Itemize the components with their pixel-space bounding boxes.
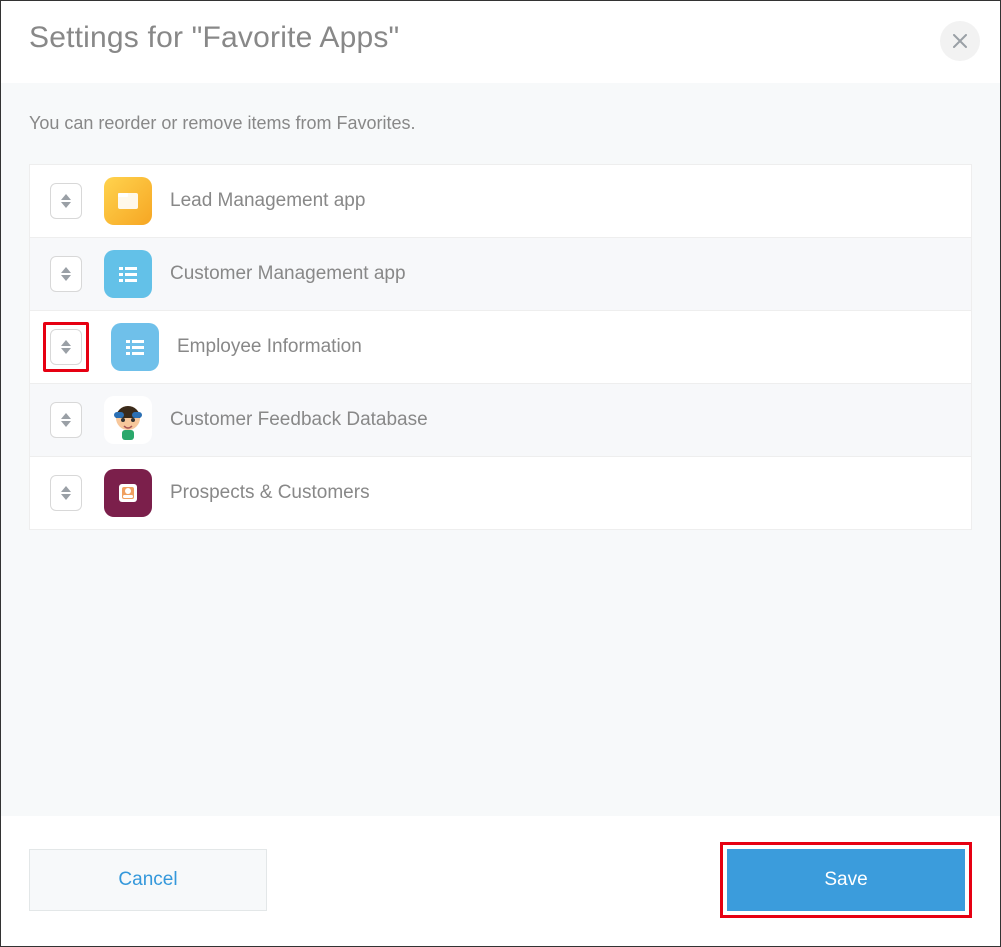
- avatar-icon: [104, 396, 152, 444]
- dialog-header: Settings for "Favorite Apps": [1, 1, 1000, 83]
- arrow-up-icon: [61, 267, 71, 273]
- close-icon: [953, 34, 967, 48]
- list-item[interactable]: Customer Management app: [30, 238, 971, 311]
- list-item[interactable]: Employee Information: [30, 311, 971, 384]
- drag-handle[interactable]: [50, 402, 82, 438]
- arrow-down-icon: [61, 348, 71, 354]
- item-label: Customer Feedback Database: [170, 409, 428, 431]
- list-icon: [111, 323, 159, 371]
- drag-handle[interactable]: [50, 256, 82, 292]
- list-item[interactable]: Prospects & Customers: [30, 457, 971, 530]
- cancel-button[interactable]: Cancel: [29, 849, 267, 911]
- save-button[interactable]: Save: [727, 849, 965, 911]
- hint-text: You can reorder or remove items from Fav…: [29, 113, 972, 134]
- arrow-up-icon: [61, 486, 71, 492]
- highlight-box: Save: [720, 842, 972, 918]
- item-label: Employee Information: [177, 336, 362, 358]
- dialog-title: Settings for "Favorite Apps": [29, 21, 972, 55]
- drag-handle[interactable]: [50, 475, 82, 511]
- item-label: Prospects & Customers: [170, 482, 370, 504]
- item-label: Customer Management app: [170, 263, 406, 285]
- drag-handle[interactable]: [50, 183, 82, 219]
- card-icon: [104, 469, 152, 517]
- arrow-down-icon: [61, 275, 71, 281]
- list-item[interactable]: Lead Management app: [30, 165, 971, 238]
- list-icon: [104, 250, 152, 298]
- dialog-body: You can reorder or remove items from Fav…: [1, 83, 1000, 823]
- dialog-footer: Cancel Save: [1, 816, 1000, 946]
- arrow-up-icon: [61, 194, 71, 200]
- arrow-down-icon: [61, 202, 71, 208]
- list-item[interactable]: Customer Feedback Database: [30, 384, 971, 457]
- item-label: Lead Management app: [170, 190, 365, 212]
- arrow-down-icon: [61, 421, 71, 427]
- drag-handle[interactable]: [50, 329, 82, 365]
- close-button[interactable]: [940, 21, 980, 61]
- folder-icon: [104, 177, 152, 225]
- arrow-up-icon: [61, 340, 71, 346]
- highlight-box: [43, 322, 89, 372]
- arrow-down-icon: [61, 494, 71, 500]
- favorites-list: Lead Management app Customer Management …: [29, 164, 972, 530]
- arrow-up-icon: [61, 413, 71, 419]
